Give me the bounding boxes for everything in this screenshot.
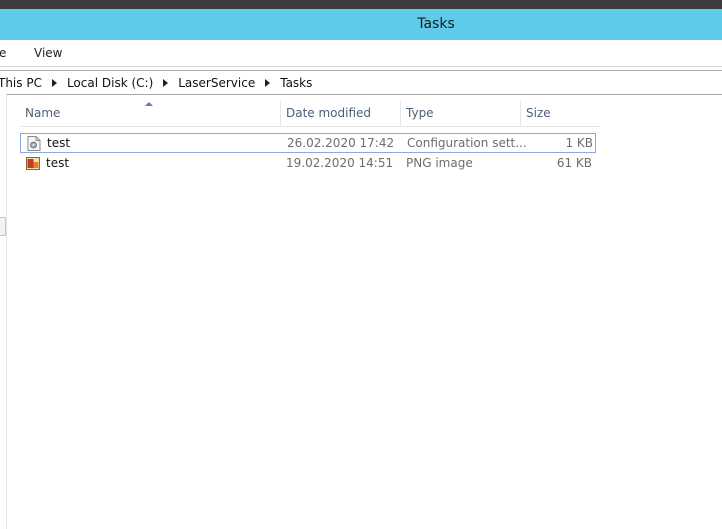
breadcrumb: This PC Local Disk (C:) LaserService Tas… — [0, 71, 312, 94]
breadcrumb-local-disk[interactable]: Local Disk (C:) — [67, 76, 153, 90]
config-file-icon — [27, 136, 41, 151]
file-date: 26.02.2020 17:42 — [287, 136, 395, 150]
png-image-icon — [26, 157, 40, 170]
breadcrumb-tasks[interactable]: Tasks — [280, 76, 312, 90]
column-date-label: Date modified — [286, 106, 372, 120]
ribbon-tabs: e View — [0, 40, 722, 67]
column-header-row: Name Date modified Type Size — [20, 101, 600, 127]
top-window-strip — [0, 0, 722, 9]
file-size: 61 KB — [556, 156, 592, 170]
chevron-right-icon[interactable] — [51, 78, 57, 87]
chevron-right-icon[interactable] — [163, 78, 169, 87]
file-size: 1 KB — [565, 136, 593, 150]
column-name-label: Name — [25, 106, 61, 120]
column-type-label: Type — [406, 106, 434, 120]
file-row[interactable]: test 26.02.2020 17:42 Configuration sett… — [20, 133, 596, 153]
navigation-pane-scroll-handle[interactable] — [0, 217, 6, 236]
navigation-pane-edge — [0, 94, 7, 529]
tab-file[interactable]: e — [0, 40, 6, 66]
title-bar[interactable]: Tasks — [0, 9, 722, 40]
window-title: Tasks — [417, 16, 455, 32]
sort-ascending-icon — [145, 102, 153, 106]
file-row[interactable]: test 19.02.2020 14:51 PNG image 61 KB — [20, 154, 596, 174]
breadcrumb-laserservice[interactable]: LaserService — [178, 76, 255, 90]
chevron-right-icon[interactable] — [265, 78, 271, 87]
file-name: test — [46, 156, 70, 170]
column-size-label: Size — [526, 106, 551, 120]
address-bar[interactable]: This PC Local Disk (C:) LaserService Tas… — [0, 70, 722, 95]
file-date: 19.02.2020 14:51 — [286, 156, 394, 170]
file-name: test — [47, 136, 71, 150]
column-header-date[interactable]: Date modified — [280, 101, 400, 126]
column-header-size[interactable]: Size — [520, 101, 600, 126]
column-header-type[interactable]: Type — [400, 101, 520, 126]
tab-view[interactable]: View — [34, 40, 62, 66]
breadcrumb-this-pc[interactable]: This PC — [0, 76, 42, 90]
column-header-name[interactable]: Name — [20, 101, 280, 126]
file-type: PNG image — [406, 156, 473, 170]
